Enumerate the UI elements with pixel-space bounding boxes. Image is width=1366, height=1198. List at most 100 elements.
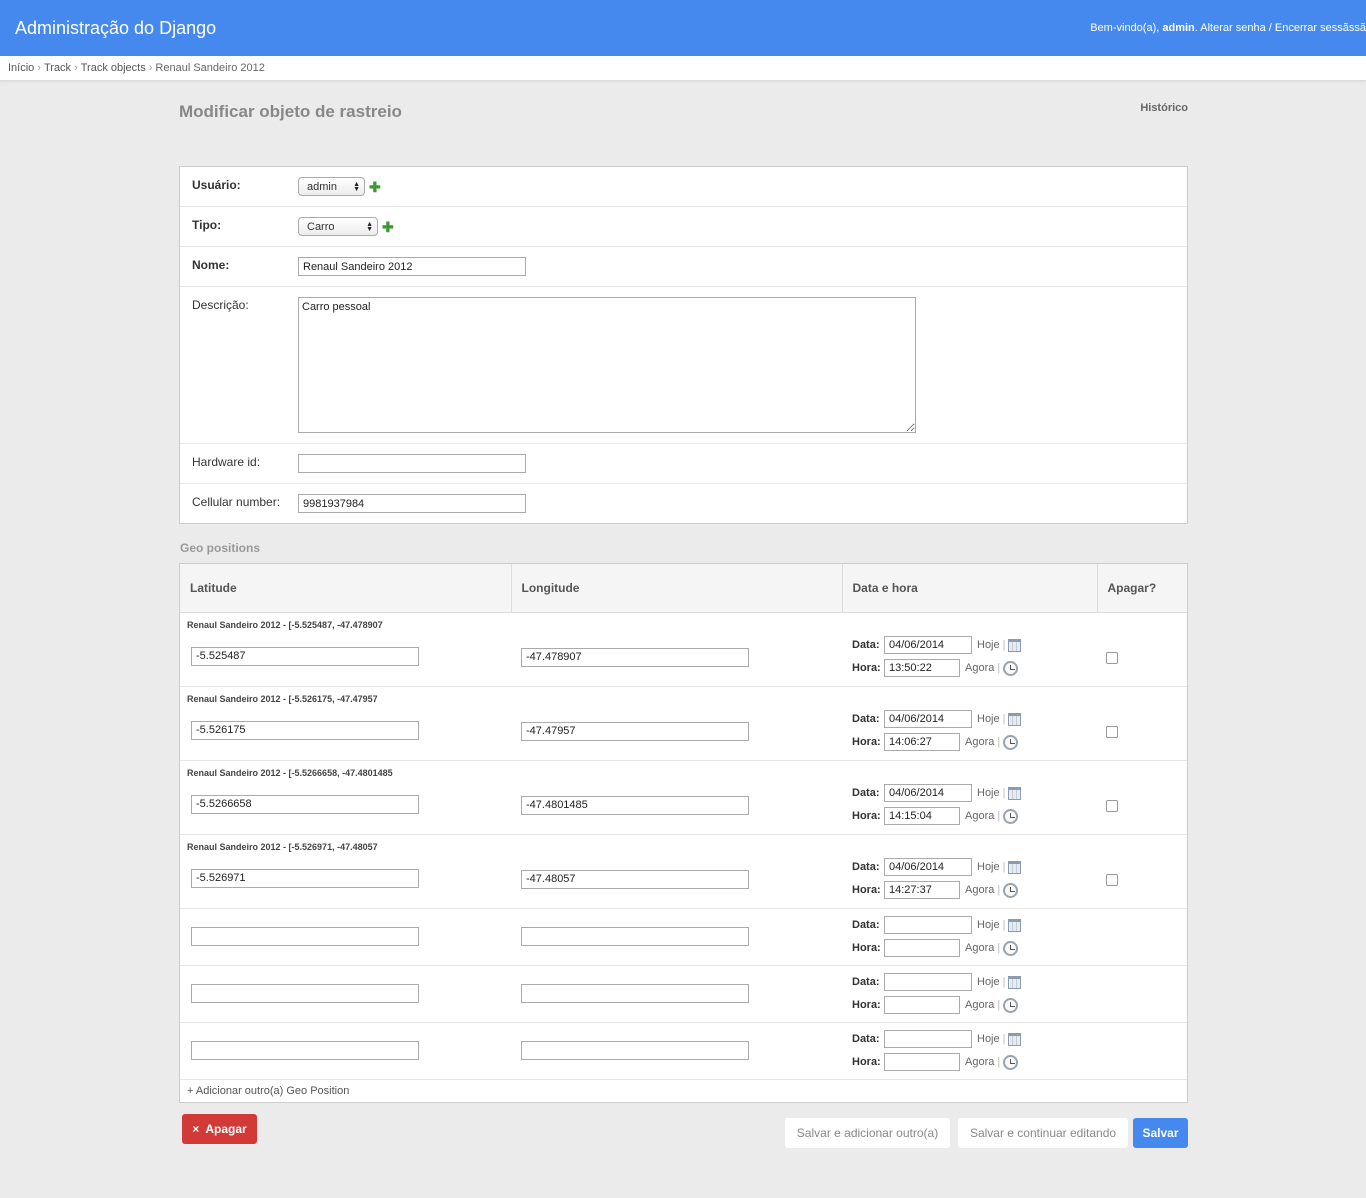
delete-button[interactable]: × Apagar (182, 1114, 257, 1144)
now-link[interactable]: Agora (965, 942, 994, 954)
longitude-cell (511, 834, 842, 909)
longitude-input[interactable] (521, 795, 749, 815)
today-link[interactable]: Hoje (977, 639, 1000, 651)
longitude-input[interactable] (521, 721, 749, 741)
latitude-input[interactable] (191, 1040, 419, 1060)
time-line: Hora: Agora | (852, 1051, 1097, 1074)
form-row-tipo: Tipo: Carro ▲ ▼ ✚ (180, 207, 1187, 247)
longitude-cell (511, 908, 842, 966)
add-related-icon[interactable]: ✚ (382, 220, 394, 234)
now-link[interactable]: Agora (965, 736, 994, 748)
time-input[interactable] (884, 881, 960, 899)
breadcrumb-track-objects[interactable]: Track objects (81, 62, 146, 74)
cellular-input[interactable] (298, 494, 526, 513)
calendar-icon[interactable] (1008, 786, 1022, 800)
shortcut-separator: | (997, 1056, 1001, 1068)
form-row-usuario: Usuário: admin ▲ ▼ ✚ (180, 167, 1187, 207)
descricao-textarea[interactable]: Carro pessoal (298, 297, 916, 433)
site-name[interactable]: Administração do Django (15, 18, 216, 39)
date-input[interactable] (884, 710, 972, 728)
date-line: Data: Hoje | (852, 856, 1097, 879)
clock-icon[interactable] (1003, 940, 1019, 956)
time-input[interactable] (884, 807, 960, 825)
change-password-link[interactable]: Alterar senha (1200, 22, 1265, 34)
now-link[interactable]: Agora (965, 1056, 994, 1068)
inline-title: Geo positions (180, 541, 261, 555)
time-input[interactable] (884, 659, 960, 677)
breadcrumb-track[interactable]: Track (44, 62, 71, 74)
table-row: Renaul Sandeiro 2012 - [-5.5266658, -47.… (180, 760, 1187, 835)
longitude-input[interactable] (521, 647, 749, 667)
latitude-input[interactable] (191, 868, 419, 888)
hardware-id-input[interactable] (298, 454, 526, 473)
calendar-icon[interactable] (1008, 712, 1022, 726)
date-input[interactable] (884, 784, 972, 802)
date-label: Data: (852, 976, 880, 988)
main-fieldset: Usuário: admin ▲ ▼ ✚ Tipo: Carro ▲ ▼ ✚ Nom… (179, 166, 1188, 524)
save-and-add-button[interactable]: Salvar e adicionar outro(a) (785, 1118, 950, 1148)
date-input[interactable] (884, 636, 972, 654)
breadcrumb-home[interactable]: Início (8, 62, 34, 74)
column-header-delete: Apagar? (1097, 564, 1187, 613)
clock-icon[interactable] (1003, 808, 1019, 824)
datetime-cell: Data: Hoje | Hora: Agora | (842, 965, 1097, 1023)
calendar-icon[interactable] (1008, 638, 1022, 652)
latitude-input[interactable] (191, 794, 419, 814)
today-link[interactable]: Hoje (977, 713, 1000, 725)
tipo-select[interactable]: Carro ▲ ▼ (298, 217, 378, 236)
longitude-input[interactable] (521, 926, 749, 946)
calendar-icon[interactable] (1008, 918, 1022, 932)
latitude-input[interactable] (191, 926, 419, 946)
date-input[interactable] (884, 973, 972, 991)
delete-cell (1097, 1022, 1187, 1080)
clock-icon[interactable] (1003, 997, 1019, 1013)
today-link[interactable]: Hoje (977, 919, 1000, 931)
today-link[interactable]: Hoje (977, 861, 1000, 873)
time-input[interactable] (884, 733, 960, 751)
time-input[interactable] (884, 939, 960, 957)
delete-checkbox[interactable] (1106, 799, 1118, 812)
today-link[interactable]: Hoje (977, 1033, 1000, 1045)
now-link[interactable]: Agora (965, 884, 994, 896)
date-input[interactable] (884, 858, 972, 876)
latitude-input[interactable] (191, 720, 419, 740)
longitude-input[interactable] (521, 869, 749, 889)
calendar-icon[interactable] (1008, 1032, 1022, 1046)
breadcrumb-separator: › (37, 62, 41, 74)
history-link[interactable]: Histórico (1140, 102, 1188, 114)
shortcut-separator: | (1002, 976, 1006, 988)
time-input[interactable] (884, 1053, 960, 1071)
calendar-icon[interactable] (1008, 860, 1022, 874)
latitude-input[interactable] (191, 646, 419, 666)
logout-link[interactable]: Encerrar sessãssã (1275, 22, 1366, 34)
date-input[interactable] (884, 1030, 972, 1048)
today-link[interactable]: Hoje (977, 976, 1000, 988)
calendar-icon[interactable] (1008, 975, 1022, 989)
save-and-continue-button[interactable]: Salvar e continuar editando (958, 1118, 1128, 1148)
time-input[interactable] (884, 996, 960, 1014)
longitude-input[interactable] (521, 983, 749, 1003)
clock-icon[interactable] (1003, 1054, 1019, 1070)
longitude-input[interactable] (521, 1040, 749, 1060)
add-another-link[interactable]: Adicionar outro(a) Geo Position (196, 1085, 349, 1097)
date-input[interactable] (884, 916, 972, 934)
add-another-row[interactable]: + Adicionar outro(a) Geo Position (180, 1080, 1187, 1102)
breadcrumb-separator: › (74, 62, 78, 74)
delete-checkbox[interactable] (1106, 873, 1118, 886)
latitude-input[interactable] (191, 983, 419, 1003)
add-related-icon[interactable]: ✚ (369, 180, 381, 194)
nome-input[interactable] (298, 257, 526, 276)
delete-checkbox[interactable] (1106, 651, 1118, 664)
time-label: Hora: (852, 810, 881, 822)
today-link[interactable]: Hoje (977, 787, 1000, 799)
clock-icon[interactable] (1003, 734, 1019, 750)
clock-icon[interactable] (1003, 882, 1019, 898)
usuario-select[interactable]: admin ▲ ▼ (298, 177, 365, 196)
delete-checkbox[interactable] (1106, 725, 1118, 738)
now-link[interactable]: Agora (965, 810, 994, 822)
column-header-longitude: Longitude (511, 564, 843, 613)
save-button[interactable]: Salvar (1133, 1118, 1188, 1148)
now-link[interactable]: Agora (965, 662, 994, 674)
clock-icon[interactable] (1003, 660, 1019, 676)
now-link[interactable]: Agora (965, 999, 994, 1011)
